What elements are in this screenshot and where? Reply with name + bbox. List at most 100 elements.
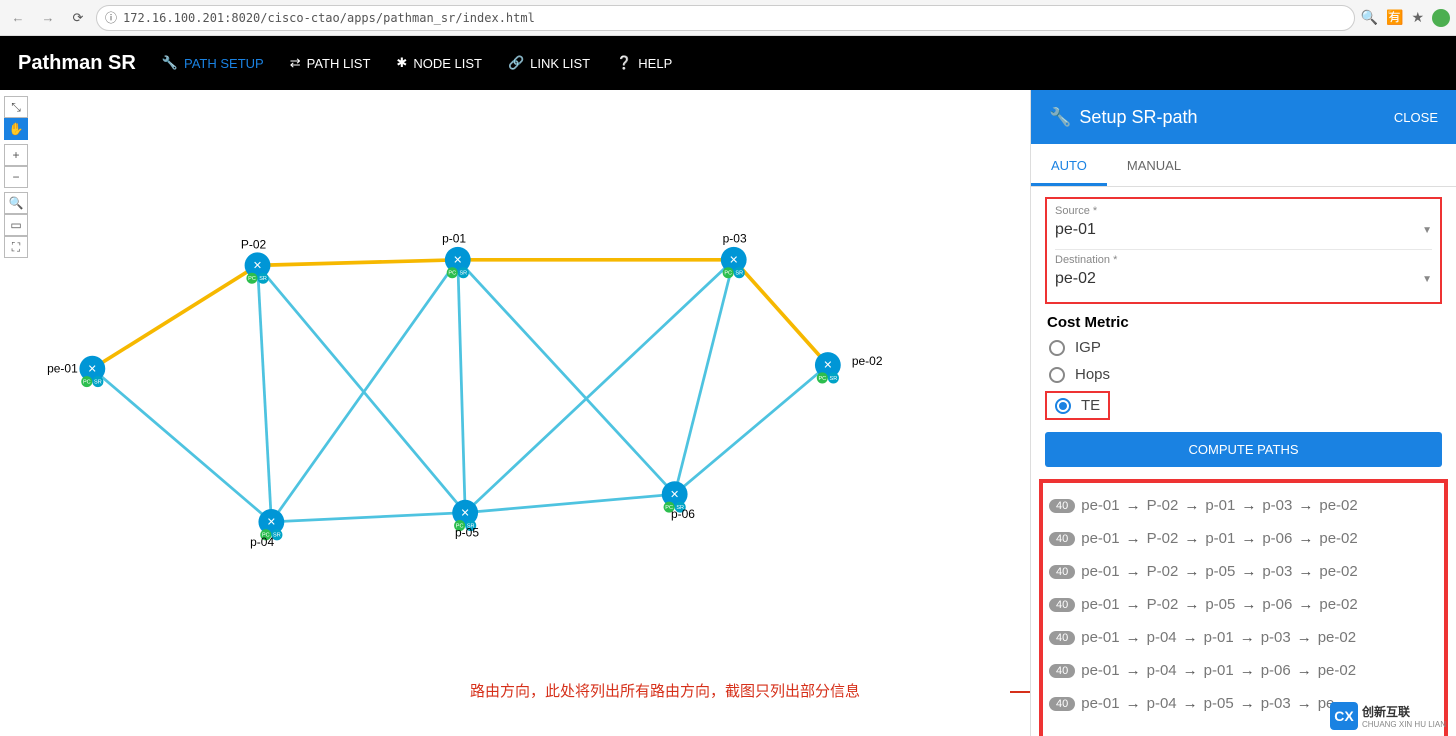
path-results: 40pe-01→P-02→p-01→p-03→pe-0240pe-01→P-02… — [1039, 479, 1448, 736]
zoom-in[interactable]: + — [4, 144, 28, 166]
link-p03-p06[interactable] — [675, 260, 734, 494]
fullscreen[interactable]: ⛶ — [4, 236, 28, 258]
path-cost-badge: 40 — [1049, 532, 1075, 546]
arrow-icon: → — [1184, 596, 1199, 613]
help-icon: ❔ — [616, 55, 632, 71]
dest-select[interactable]: pe-02▼ — [1055, 268, 1432, 294]
link-P02-p05[interactable] — [258, 265, 466, 512]
path-cost-badge: 40 — [1049, 598, 1075, 612]
svg-text:PC: PC — [83, 379, 91, 385]
arrow-icon: → — [1298, 497, 1313, 514]
node-label-P02: P-02 — [241, 238, 267, 252]
arrow-icon: → — [1183, 629, 1198, 646]
side-title: Setup SR-path — [1079, 107, 1197, 128]
path-cost-badge: 40 — [1049, 499, 1075, 513]
arrow-icon: → — [1298, 563, 1313, 580]
arrow-icon: → — [1298, 596, 1313, 613]
watermark-logo: CX — [1330, 702, 1358, 730]
compute-paths-button[interactable]: COMPUTE PATHS — [1045, 432, 1442, 467]
arrow-icon: → — [1184, 530, 1199, 547]
svg-text:✕: ✕ — [670, 489, 679, 501]
arrow-icon: → — [1183, 695, 1198, 712]
path-result[interactable]: 40pe-01→p-04→p-01→p-06→pe-02 — [1047, 654, 1440, 687]
link-p04-p05[interactable] — [271, 513, 465, 522]
link-p03-pe02[interactable] — [734, 260, 828, 365]
node-label-p01: p-01 — [442, 231, 466, 245]
radio-hops[interactable]: Hops — [1045, 364, 1442, 385]
path-result[interactable]: 40pe-01→P-02→p-05→p-06→pe-02 — [1047, 588, 1440, 621]
topology-svg: PCSR✕pe-01PCSR✕P-02PCSR✕p-01PCSR✕p-03PCS… — [0, 90, 1030, 736]
svg-text:PC: PC — [818, 376, 826, 382]
side-panel: 🔧 Setup SR-path CLOSE AUTO MANUAL Source … — [1030, 90, 1456, 736]
link-p05-p06[interactable] — [465, 494, 674, 512]
link-p01-p06[interactable] — [458, 260, 675, 494]
arrow-icon: → — [1126, 662, 1141, 679]
link-pe01-p04[interactable] — [92, 369, 271, 522]
endpoints-box: Source * pe-01▼ Destination * pe-02▼ — [1045, 197, 1442, 304]
topology-canvas[interactable]: ⤡ ✋ + − 🔍 ▭ ⛶ PCSR✕pe-01PCSR✕P-02PCSR✕p-… — [0, 90, 1030, 736]
zoom-icon[interactable]: 🔍 — [1361, 9, 1378, 26]
extension-icon[interactable] — [1432, 9, 1450, 27]
select-tool[interactable]: ⤡ — [4, 96, 28, 118]
nav-link-list[interactable]: 🔗LINK LIST — [508, 55, 590, 71]
path-cost-badge: 40 — [1049, 631, 1075, 645]
path-cost-badge: 40 — [1049, 697, 1075, 711]
radio-igp[interactable]: IGP — [1045, 337, 1442, 358]
zoom-selection[interactable]: 🔍 — [4, 192, 28, 214]
tab-auto[interactable]: AUTO — [1031, 144, 1107, 186]
zoom-out[interactable]: − — [4, 166, 28, 188]
nav-node-list[interactable]: ✱NODE LIST — [396, 55, 482, 71]
canvas-toolbar: ⤡ ✋ + − 🔍 ▭ ⛶ — [4, 96, 28, 258]
link-p03-p05[interactable] — [465, 260, 734, 513]
bookmark-icon[interactable]: ★ — [1411, 9, 1424, 26]
url-text: 172.16.100.201:8020/cisco-ctao/apps/path… — [123, 11, 535, 25]
link-p01-p05[interactable] — [458, 260, 465, 513]
path-result[interactable]: 40pe-01→P-02→p-05→p-03→pe-02 — [1047, 555, 1440, 588]
svg-text:✕: ✕ — [267, 517, 276, 529]
pan-tool[interactable]: ✋ — [4, 118, 28, 140]
forward-icon[interactable]: → — [36, 6, 60, 30]
nav-help[interactable]: ❔HELP — [616, 55, 672, 71]
path-result[interactable]: 40pe-01→P-02→p-01→p-03→pe-02 — [1047, 489, 1440, 522]
reload-icon[interactable]: ⟳ — [66, 6, 90, 30]
node-pe02[interactable]: PCSR✕ — [815, 352, 841, 383]
radio-te[interactable]: TE — [1051, 395, 1104, 416]
wrench-icon: 🔧 — [162, 55, 178, 71]
dest-label: Destination * — [1055, 254, 1432, 266]
back-icon[interactable]: ← — [6, 6, 30, 30]
link-pe01-P02[interactable] — [92, 265, 257, 368]
close-button[interactable]: CLOSE — [1394, 110, 1438, 125]
path-result[interactable]: 40pe-01→P-02→p-01→p-06→pe-02 — [1047, 522, 1440, 555]
node-pe01[interactable]: PCSR✕ — [79, 356, 105, 387]
link-P02-p01[interactable] — [258, 260, 458, 266]
source-select[interactable]: pe-01▼ — [1055, 219, 1432, 245]
node-label-p04: p-04 — [250, 535, 274, 549]
link-pe02-p06[interactable] — [675, 365, 828, 494]
link-p01-p04[interactable] — [271, 260, 457, 522]
url-bar[interactable]: ⓘ 172.16.100.201:8020/cisco-ctao/apps/pa… — [96, 5, 1355, 31]
wrench-icon: 🔧 — [1049, 107, 1071, 128]
fit-view[interactable]: ▭ — [4, 214, 28, 236]
arrow-icon: → — [1126, 695, 1141, 712]
chevron-down-icon: ▼ — [1422, 225, 1432, 236]
path-cost-badge: 40 — [1049, 664, 1075, 678]
node-label-p06: p-06 — [671, 507, 695, 521]
link-P02-p04[interactable] — [258, 265, 272, 522]
chevron-down-icon: ▼ — [1422, 274, 1432, 285]
arrow-icon: → — [1126, 596, 1141, 613]
path-result[interactable]: 40pe-01→p-04→p-01→p-03→pe-02 — [1047, 621, 1440, 654]
svg-text:✕: ✕ — [823, 360, 832, 372]
node-p03[interactable]: PCSR✕ — [721, 247, 747, 278]
arrow-icon: → — [1241, 497, 1256, 514]
arrow-icon: → — [1297, 695, 1312, 712]
translate-icon[interactable]: 🈶 — [1386, 9, 1403, 26]
svg-text:✕: ✕ — [453, 254, 462, 266]
nav-path-setup[interactable]: 🔧PATH SETUP — [162, 55, 264, 71]
svg-text:PC: PC — [248, 276, 256, 282]
node-label-pe02: pe-02 — [852, 354, 883, 368]
path-cost-badge: 40 — [1049, 565, 1075, 579]
node-label-p03: p-03 — [723, 231, 747, 245]
arrow-icon: → — [1298, 530, 1313, 547]
tab-manual[interactable]: MANUAL — [1107, 144, 1201, 186]
nav-path-list[interactable]: ⇄PATH LIST — [290, 55, 371, 71]
